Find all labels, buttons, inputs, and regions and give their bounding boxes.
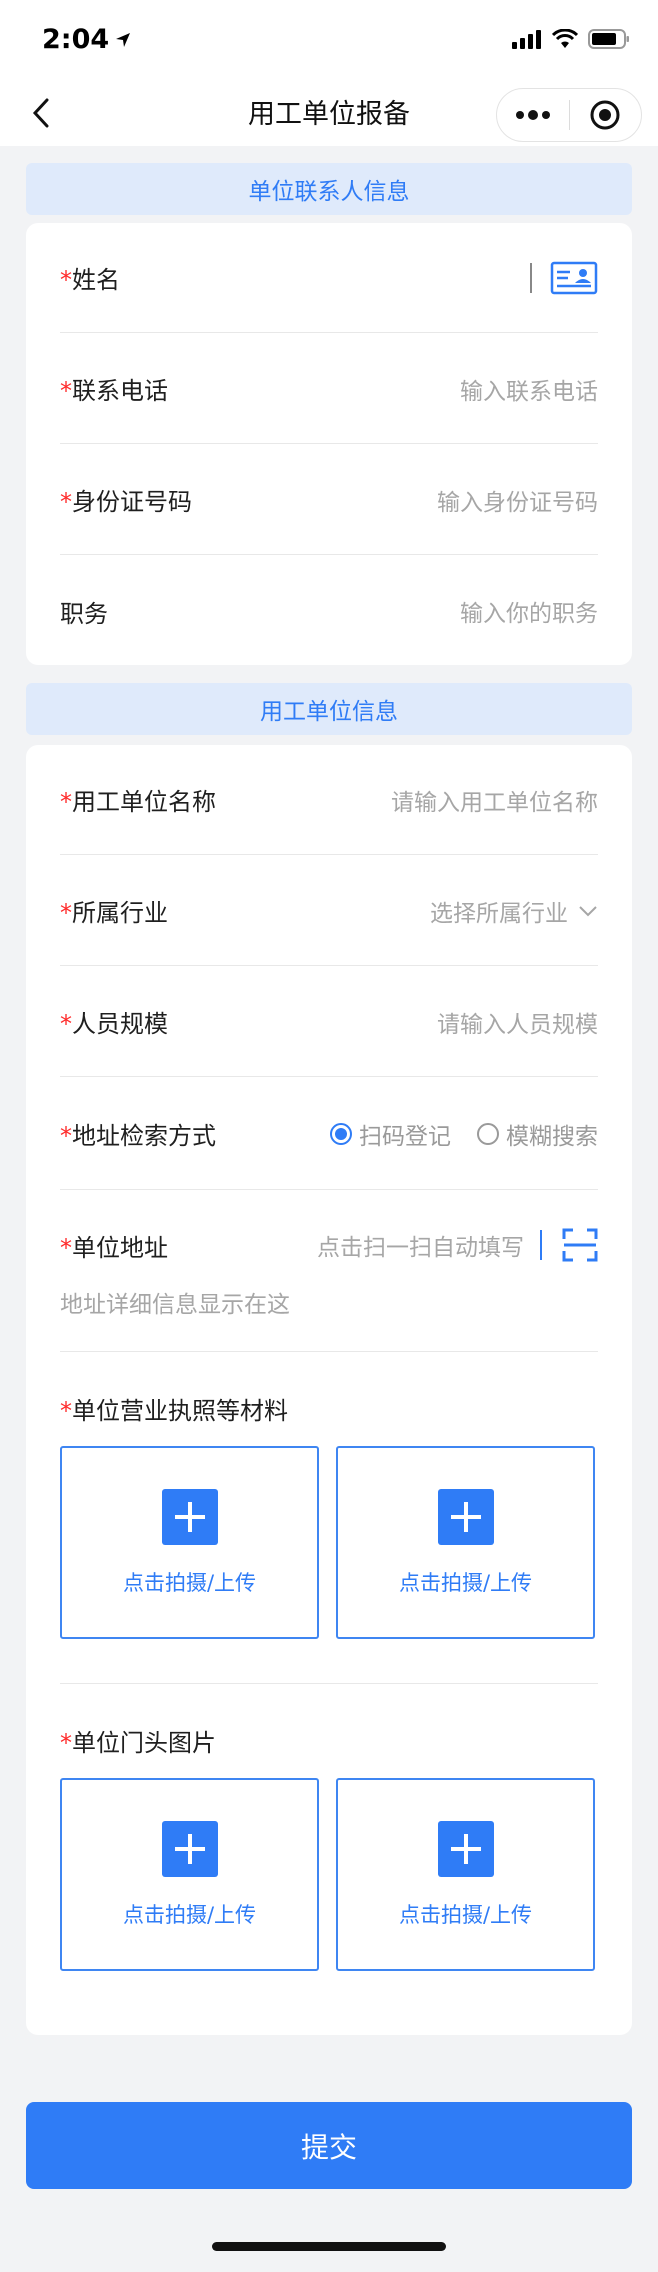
contact-phone-input[interactable]: 输入联系电话 xyxy=(460,372,598,406)
storefront-upload-2[interactable]: 点击拍摄/上传 xyxy=(336,1778,595,1971)
unit-card: *用工单位名称 请输入用工单位名称 *所属行业 选择所属行业 *人员规模 请输入… xyxy=(26,745,632,2035)
contact-position-label: 职务 xyxy=(60,599,108,628)
plus-icon xyxy=(437,1820,494,1877)
contact-position-input[interactable]: 输入你的职务 xyxy=(460,594,598,628)
storefront-upload-1[interactable]: 点击拍摄/上传 xyxy=(60,1778,319,1971)
industry-label: *所属行业 xyxy=(60,899,168,927)
search-mode-row: *地址检索方式 扫码登记 模糊搜索 xyxy=(60,1078,598,1190)
contact-section-header: 单位联系人信息 xyxy=(26,163,632,215)
license-label: *单位营业执照等材料 xyxy=(60,1397,288,1425)
address-detail-text: 地址详细信息显示在这 xyxy=(60,1292,290,1318)
license-divider xyxy=(60,1683,598,1684)
more-dots-icon xyxy=(515,110,550,120)
contact-idnumber-row[interactable]: *身份证号码 输入身份证号码 xyxy=(60,445,598,555)
industry-select-text: 选择所属行业 xyxy=(430,900,568,927)
miniprogram-capsule xyxy=(496,88,642,142)
plus-icon xyxy=(161,1820,218,1877)
page: 2:04 用工单位报备 单位联系人信息 *姓名 *联系电话 输入联系电话 *身份… xyxy=(0,0,658,2272)
upload-label: 点击拍摄/上传 xyxy=(122,1902,257,1927)
contact-card: *姓名 *联系电话 输入联系电话 *身份证号码 输入身份证号码 职务 输入你的职… xyxy=(26,223,632,665)
unit-name-label: *用工单位名称 xyxy=(60,788,216,816)
radio-scan-register[interactable]: 扫码登记 xyxy=(330,1117,451,1151)
location-arrow-icon xyxy=(116,32,131,47)
radio-fuzzy-search[interactable]: 模糊搜索 xyxy=(477,1117,598,1151)
address-row[interactable]: *单位地址 点击扫一扫自动填写 xyxy=(60,1190,598,1300)
contact-name-label: *姓名 xyxy=(60,266,120,294)
battery-icon xyxy=(588,29,629,49)
unit-name-row[interactable]: *用工单位名称 请输入用工单位名称 xyxy=(60,745,598,855)
address-input[interactable]: 点击扫一扫自动填写 xyxy=(317,1228,524,1262)
address-input-group[interactable]: 点击扫一扫自动填写 xyxy=(317,1228,598,1262)
contact-position-row[interactable]: 职务 输入你的职务 xyxy=(60,556,598,666)
radio-unchecked-icon xyxy=(477,1122,499,1145)
plus-icon xyxy=(437,1488,494,1545)
target-circle-icon xyxy=(590,100,620,130)
plus-icon xyxy=(161,1488,218,1545)
more-button[interactable] xyxy=(497,89,569,141)
upload-label: 点击拍摄/上传 xyxy=(398,1902,533,1927)
id-card-icon[interactable] xyxy=(550,260,598,296)
signal-icon xyxy=(512,30,541,49)
plus-glyph-icon xyxy=(174,1501,205,1532)
unit-name-input[interactable]: 请输入用工单位名称 xyxy=(391,783,598,817)
license-upload-1[interactable]: 点击拍摄/上传 xyxy=(60,1446,319,1639)
storefront-label: *单位门头图片 xyxy=(60,1729,216,1757)
radio-checked-icon xyxy=(330,1122,352,1145)
search-mode-label: *地址检索方式 xyxy=(60,1122,216,1150)
status-icons xyxy=(512,28,630,50)
contact-idnumber-input[interactable]: 输入身份证号码 xyxy=(437,483,598,517)
unit-section-header: 用工单位信息 xyxy=(26,683,632,735)
plus-glyph-icon xyxy=(450,1501,481,1532)
industry-row[interactable]: *所属行业 选择所属行业 xyxy=(60,856,598,966)
search-mode-radio-group: 扫码登记 模糊搜索 xyxy=(330,1117,598,1151)
address-label: *单位地址 xyxy=(60,1233,168,1262)
scale-input[interactable]: 请输入人员规模 xyxy=(437,1005,598,1039)
plus-glyph-icon xyxy=(450,1833,481,1864)
upload-label: 点击拍摄/上传 xyxy=(122,1570,257,1595)
status-time: 2:04 xyxy=(42,24,131,55)
scale-label: *人员规模 xyxy=(60,1010,168,1038)
address-separator xyxy=(540,1230,542,1260)
contact-idnumber-label: *身份证号码 xyxy=(60,488,192,516)
status-bar: 2:04 xyxy=(0,0,658,80)
nav-bar: 用工单位报备 xyxy=(0,80,658,146)
contact-phone-row[interactable]: *联系电话 输入联系电话 xyxy=(60,334,598,444)
text-cursor xyxy=(530,262,532,293)
contact-name-row[interactable]: *姓名 xyxy=(60,223,598,333)
address-divider xyxy=(60,1351,598,1352)
scan-icon[interactable] xyxy=(562,1228,598,1262)
wifi-icon xyxy=(552,29,578,48)
close-miniprogram-button[interactable] xyxy=(570,89,642,141)
contact-name-input-group[interactable] xyxy=(530,260,598,296)
plus-glyph-icon xyxy=(174,1833,205,1864)
upload-label: 点击拍摄/上传 xyxy=(398,1570,533,1595)
contact-phone-label: *联系电话 xyxy=(60,377,168,405)
scale-row[interactable]: *人员规模 请输入人员规模 xyxy=(60,967,598,1077)
chevron-down-icon xyxy=(579,905,597,916)
industry-select[interactable]: 选择所属行业 xyxy=(430,894,598,928)
license-upload-2[interactable]: 点击拍摄/上传 xyxy=(336,1446,595,1639)
submit-button[interactable]: 提交 xyxy=(26,2102,632,2189)
home-indicator xyxy=(212,2242,446,2251)
